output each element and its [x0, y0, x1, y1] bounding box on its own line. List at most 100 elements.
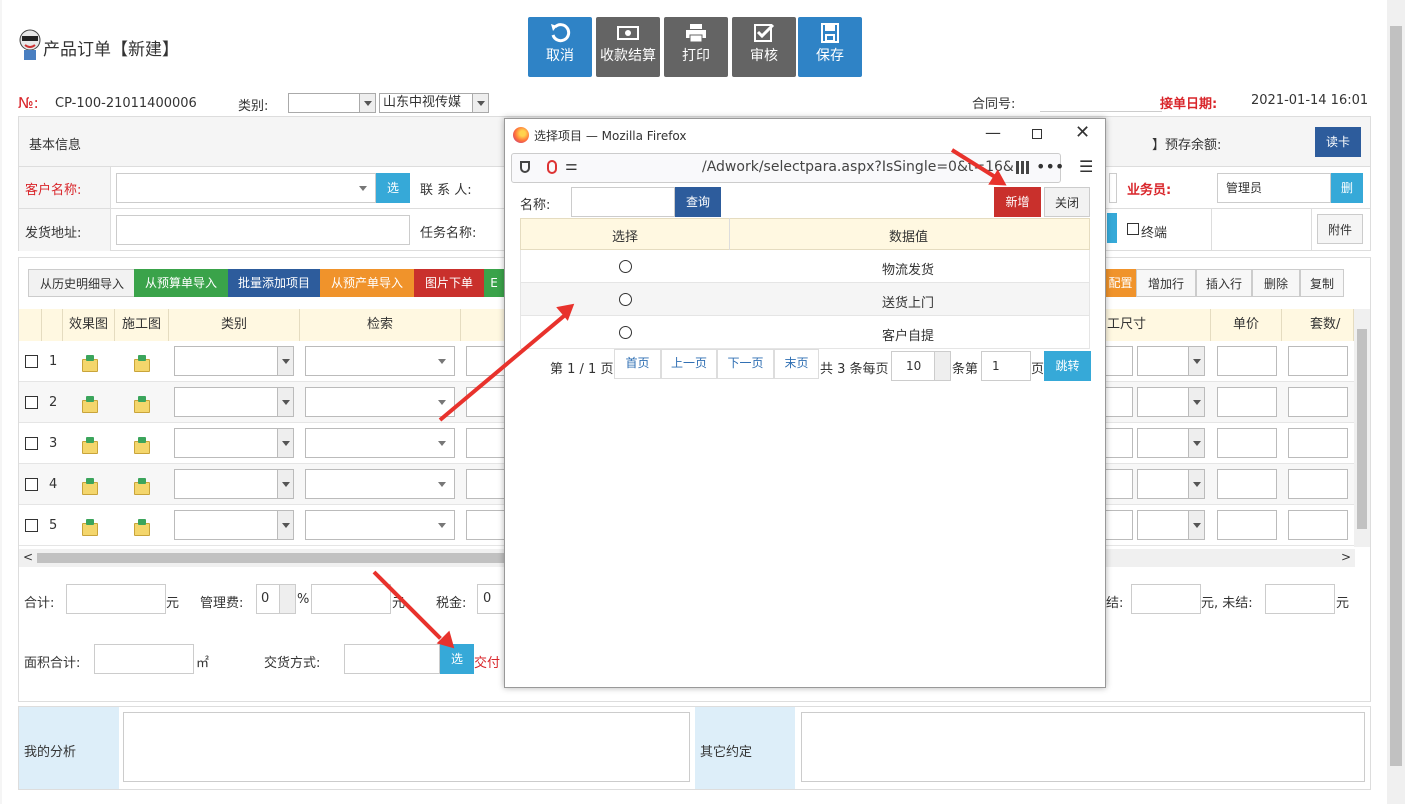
salesman-field[interactable]: 管理员	[1217, 173, 1331, 203]
effect-image-icon[interactable]	[82, 355, 98, 372]
row-search-select[interactable]	[305, 428, 455, 458]
batch-add-button[interactable]: 批量添加项目	[228, 269, 320, 297]
preprod-import-button[interactable]: 从预产单导入	[320, 269, 414, 297]
row-sets-field[interactable]	[1288, 469, 1348, 499]
audit-button[interactable]: 审核	[732, 17, 796, 77]
history-import-button[interactable]: 从历史明细导入	[28, 269, 136, 297]
row-checkbox[interactable]	[25, 396, 38, 409]
settle-button[interactable]: 收款结算	[596, 17, 660, 77]
dialog-query-button[interactable]: 查询	[675, 187, 721, 217]
row-unit-price[interactable]	[1217, 387, 1277, 417]
area-field[interactable]	[94, 644, 194, 674]
row-unit-price[interactable]	[1217, 428, 1277, 458]
construction-image-icon[interactable]	[134, 396, 150, 413]
total-field[interactable]	[66, 584, 166, 614]
add-row-button[interactable]: 增加行	[1136, 269, 1196, 297]
effect-image-icon[interactable]	[82, 478, 98, 495]
row-sets-field[interactable]	[1288, 387, 1348, 417]
row-size-select[interactable]	[1137, 346, 1205, 376]
row-size-select[interactable]	[1137, 469, 1205, 499]
row-size-select[interactable]	[1137, 428, 1205, 458]
row-sets-field[interactable]	[1288, 346, 1348, 376]
unsettled-field[interactable]	[1265, 584, 1335, 614]
construction-image-icon[interactable]	[134, 437, 150, 454]
image-order-button[interactable]: 图片下单	[414, 269, 484, 297]
settled-field[interactable]	[1131, 584, 1201, 614]
row-extra-field[interactable]	[466, 510, 506, 540]
category-select[interactable]	[288, 93, 376, 113]
prev-page-button[interactable]: 上一页	[661, 349, 717, 379]
copy-row-button[interactable]: 复制	[1300, 269, 1344, 297]
row-unit-price[interactable]	[1217, 469, 1277, 499]
row-size-field[interactable]	[1105, 346, 1133, 376]
read-card-button[interactable]: 读卡	[1315, 127, 1361, 157]
effect-image-icon[interactable]	[82, 437, 98, 454]
construction-image-icon[interactable]	[134, 478, 150, 495]
order-date[interactable]: 2021-01-14 16:01	[1251, 93, 1368, 108]
address-field[interactable]	[116, 215, 410, 245]
row-category-select[interactable]	[174, 510, 294, 540]
row-search-select[interactable]	[305, 346, 455, 376]
row-unit-price[interactable]	[1217, 510, 1277, 540]
row-size-select[interactable]	[1137, 510, 1205, 540]
minimize-icon[interactable]: —	[985, 123, 1001, 142]
construction-image-icon[interactable]	[134, 519, 150, 536]
row-extra-field[interactable]	[466, 428, 506, 458]
goto-page-input[interactable]: 1	[981, 351, 1031, 381]
effect-image-icon[interactable]	[82, 519, 98, 536]
next-page-button[interactable]: 下一页	[717, 349, 774, 379]
contact-field[interactable]	[1109, 173, 1117, 203]
page-size-select[interactable]: 10	[891, 351, 951, 381]
budget-import-button[interactable]: 从预算单导入	[134, 269, 228, 297]
e-button[interactable]: E	[484, 269, 504, 297]
tax-select[interactable]: 0	[477, 584, 505, 614]
construction-image-icon[interactable]	[134, 355, 150, 372]
print-button[interactable]: 打印	[664, 17, 728, 77]
customer-choose-button[interactable]: 选	[376, 173, 410, 203]
row-size-select[interactable]	[1137, 387, 1205, 417]
dialog-row-radio[interactable]	[619, 260, 632, 273]
task-blue-button[interactable]	[1107, 213, 1117, 243]
dialog-row-radio[interactable]	[619, 293, 632, 306]
dialog-close-button[interactable]: 关闭	[1044, 187, 1090, 217]
effect-image-icon[interactable]	[82, 396, 98, 413]
analysis-textarea[interactable]	[123, 712, 690, 782]
row-extra-field[interactable]	[466, 469, 506, 499]
dialog-name-input[interactable]	[571, 187, 675, 217]
delete-row-button[interactable]: 删除	[1252, 269, 1300, 297]
dialog-row-radio[interactable]	[619, 326, 632, 339]
customer-select[interactable]	[116, 173, 376, 203]
row-search-select[interactable]	[305, 469, 455, 499]
row-checkbox[interactable]	[25, 355, 38, 368]
terminal-checkbox[interactable]	[1127, 223, 1139, 235]
row-category-select[interactable]	[174, 428, 294, 458]
grid-vertical-scrollbar[interactable]	[1354, 309, 1370, 547]
last-page-button[interactable]: 末页	[774, 349, 819, 379]
insert-row-button[interactable]: 插入行	[1196, 269, 1252, 297]
row-size-field[interactable]	[1105, 510, 1133, 540]
row-size-field[interactable]	[1105, 469, 1133, 499]
row-category-select[interactable]	[174, 346, 294, 376]
row-search-select[interactable]	[305, 387, 455, 417]
maximize-icon[interactable]	[1032, 129, 1042, 139]
row-checkbox[interactable]	[25, 478, 38, 491]
save-button[interactable]: 保存	[798, 17, 862, 77]
other-textarea[interactable]	[801, 712, 1365, 782]
config-button[interactable]: 配置	[1105, 269, 1136, 297]
menu-icon[interactable]: ☰	[1079, 157, 1093, 176]
close-icon[interactable]: ✕	[1075, 122, 1090, 143]
contract-field[interactable]	[1040, 90, 1162, 112]
first-page-button[interactable]: 首页	[614, 349, 661, 379]
row-category-select[interactable]	[174, 469, 294, 499]
row-unit-price[interactable]	[1217, 346, 1277, 376]
company-select[interactable]: 山东中视传媒	[379, 93, 489, 113]
attachment-button[interactable]: 附件	[1317, 214, 1363, 244]
cancel-button[interactable]: 取消	[528, 17, 592, 77]
more-icon[interactable]: •••	[1036, 157, 1064, 176]
mgmt-amount[interactable]	[311, 584, 391, 614]
row-sets-field[interactable]	[1288, 428, 1348, 458]
row-size-field[interactable]	[1105, 387, 1133, 417]
mgmt-select[interactable]: 0	[256, 584, 296, 614]
delivery-field[interactable]	[344, 644, 440, 674]
salesman-delete-button[interactable]: 删	[1331, 173, 1363, 203]
